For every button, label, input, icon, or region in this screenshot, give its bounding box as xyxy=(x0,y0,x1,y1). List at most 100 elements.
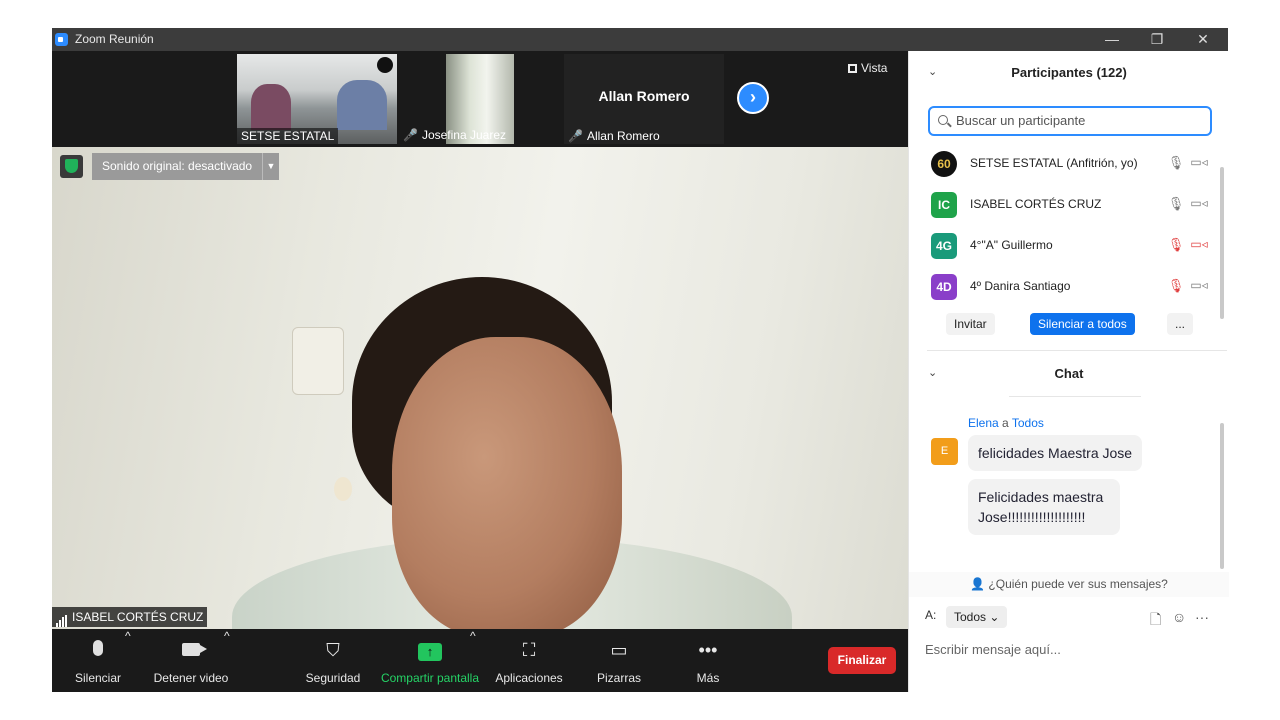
participant-name: 4°"A" Guillermo xyxy=(970,238,1053,252)
sender-name[interactable]: Elena xyxy=(968,416,999,430)
zoom-window: Zoom Reunión — ❐ ✕ SETSE ESTATAL 🎤 Josefi… xyxy=(52,28,1229,692)
share-screen-button[interactable]: ↑ Compartir pantalla xyxy=(378,629,482,692)
next-page-button[interactable]: › xyxy=(737,82,769,114)
security-button[interactable]: ⛉ Seguridad xyxy=(302,629,364,692)
camera-icon[interactable]: ▭◃ xyxy=(1189,155,1209,173)
apps-icon: ⛶ xyxy=(522,640,536,660)
mute-all-button[interactable]: Silenciar a todos xyxy=(1030,313,1135,335)
chat-divider xyxy=(1009,396,1141,397)
participant-name: ISABEL CORTÉS CRUZ xyxy=(970,197,1102,211)
more-label: Más xyxy=(696,671,720,685)
chat-message-input[interactable]: Escribir mensaje aquí... xyxy=(925,642,1061,657)
original-sound-dropdown[interactable]: ▼ xyxy=(262,153,279,180)
avatar: IC xyxy=(931,192,957,218)
mute-button[interactable]: Silenciar xyxy=(68,629,128,692)
microphone-icon[interactable]: 🎙 xyxy=(1167,196,1185,214)
original-sound-toggle[interactable]: Sonido original: desactivado xyxy=(92,153,263,180)
audio-options-caret[interactable]: ^ xyxy=(125,629,131,692)
security-label: Seguridad xyxy=(305,671,361,685)
thumb-person xyxy=(337,80,387,130)
more-dots-icon: ••• xyxy=(698,640,718,660)
participant-row[interactable]: 4D 4º Danira Santiago 🎙 ▭◃ xyxy=(909,266,1219,307)
stop-video-button[interactable]: Detener video xyxy=(148,629,234,692)
mic-muted-icon: 🎤 xyxy=(403,128,418,142)
apps-button[interactable]: ⛶ Aplicaciones xyxy=(492,629,566,692)
thumbnail-allan-romero[interactable]: Allan Romero 🎤 Allan Romero xyxy=(564,54,724,144)
camera-icon[interactable]: ▭◃ xyxy=(1189,278,1209,296)
participant-list-scrollbar[interactable] xyxy=(1220,167,1224,319)
to-label: A: xyxy=(925,608,937,622)
participant-name: 4º Danira Santiago xyxy=(970,279,1071,293)
chevron-down-icon: ▼ xyxy=(266,161,276,171)
camera-icon[interactable]: ▭◃ xyxy=(1189,196,1209,214)
close-button[interactable]: ✕ xyxy=(1188,29,1218,49)
participant-big-name: Allan Romero xyxy=(598,88,690,104)
message-sender: Elena a Todos xyxy=(968,416,1044,430)
more-button[interactable]: ••• Más xyxy=(682,629,734,692)
thumbnail-setse-estatal[interactable]: SETSE ESTATAL xyxy=(237,54,397,144)
thumbnail-name: Josefina Juarez xyxy=(421,128,506,142)
participant-name: SETSE ESTATAL (Anfitrión, yo) xyxy=(970,156,1138,170)
emoji-icon[interactable]: ☺ xyxy=(1172,609,1186,625)
share-screen-icon: ↑ xyxy=(418,643,442,661)
microphone-muted-icon[interactable]: 🎙 xyxy=(1167,278,1185,296)
chat-header: ⌄ Chat xyxy=(909,352,1229,394)
encryption-shield-icon[interactable] xyxy=(60,155,83,178)
view-label: Vista xyxy=(861,61,888,75)
participant-row[interactable]: 4G 4°"A" Guillermo 🎙 ▭◃ xyxy=(909,225,1219,266)
restore-button[interactable]: ❐ xyxy=(1142,29,1172,49)
view-button[interactable]: Vista xyxy=(848,61,887,75)
participant-search-input[interactable]: Buscar un participante xyxy=(928,106,1212,136)
speaker-face xyxy=(392,337,622,629)
search-placeholder: Buscar un participante xyxy=(956,113,1086,128)
share-screen-label: Compartir pantalla xyxy=(380,671,480,685)
stop-video-label: Detener video xyxy=(153,671,229,685)
avatar: 4G xyxy=(931,233,957,259)
share-options-caret[interactable]: ^ xyxy=(470,629,476,692)
thumbnail-name: Allan Romero xyxy=(586,129,660,143)
whiteboards-button[interactable]: ▭ Pizarras xyxy=(590,629,648,692)
participant-list: 60 SETSE ESTATAL (Anfitrión, yo) 🎙 ▭◃ IC… xyxy=(909,143,1219,307)
chat-title: Chat xyxy=(1054,366,1084,381)
minimize-button[interactable]: — xyxy=(1097,29,1127,49)
panel-divider xyxy=(927,350,1227,351)
whiteboards-label: Pizarras xyxy=(596,671,641,685)
video-options-caret[interactable]: ^ xyxy=(224,629,230,692)
camera-off-icon[interactable]: ▭◃ xyxy=(1189,237,1209,255)
participant-row[interactable]: 60 SETSE ESTATAL (Anfitrión, yo) 🎙 ▭◃ xyxy=(909,143,1219,184)
thumbnail-strip: SETSE ESTATAL 🎤 Josefina Juarez Allan Rom… xyxy=(52,51,908,147)
active-speaker-video: Sonido original: desactivado ▼ ISABEL CO… xyxy=(52,147,908,629)
apps-label: Aplicaciones xyxy=(495,671,563,685)
who-can-see-text: ¿Quién puede ver sus mensajes? xyxy=(988,577,1168,591)
side-panel: ⌄ Participantes (122) Buscar un particip… xyxy=(908,51,1229,692)
zoom-app-icon xyxy=(55,33,68,46)
who-can-see-messages[interactable]: 👤 ¿Quién puede ver sus mensajes? xyxy=(909,572,1229,597)
participant-row[interactable]: IC ISABEL CORTÉS CRUZ 🎙 ▭◃ xyxy=(909,184,1219,225)
file-icon[interactable]: 🗋 xyxy=(1150,609,1161,633)
recipient-select[interactable]: Todos ⌄ xyxy=(946,606,1008,628)
active-speaker-name: ISABEL CORTÉS CRUZ xyxy=(52,607,208,627)
participants-more-button[interactable]: ... xyxy=(1167,313,1194,335)
chat-scrollbar[interactable] xyxy=(1220,423,1224,569)
chevron-right-icon: › xyxy=(750,87,756,107)
avatar: 60 xyxy=(931,151,957,177)
whiteboard-icon: ▭ xyxy=(610,640,628,660)
avatar: 4D xyxy=(931,274,957,300)
participants-header: ⌄ Participantes (122) xyxy=(909,51,1229,93)
thumbnail-name-label: 🎤 Josefina Juarez xyxy=(403,126,506,144)
mic-muted-icon: 🎤 xyxy=(568,129,583,143)
search-icon xyxy=(938,115,948,125)
to-word: a xyxy=(1002,416,1009,430)
thumb-person xyxy=(251,84,291,130)
window-title: Zoom Reunión xyxy=(75,32,154,46)
title-bar: Zoom Reunión — ❐ ✕ xyxy=(52,28,1228,51)
mute-label: Silenciar xyxy=(74,671,122,685)
thumbnail-name: SETSE ESTATAL xyxy=(237,128,339,144)
end-meeting-button[interactable]: Finalizar xyxy=(828,647,896,674)
microphone-muted-icon[interactable]: 🎙 xyxy=(1167,237,1185,255)
microphone-icon[interactable]: 🎙 xyxy=(1167,155,1185,173)
more-options-icon[interactable]: ··· xyxy=(1195,609,1209,625)
chat-message: Felicidades maestra Jose!!!!!!!!!!!!!!!!… xyxy=(968,479,1120,535)
invite-button[interactable]: Invitar xyxy=(946,313,995,335)
recipient-name[interactable]: Todos xyxy=(1012,416,1044,430)
